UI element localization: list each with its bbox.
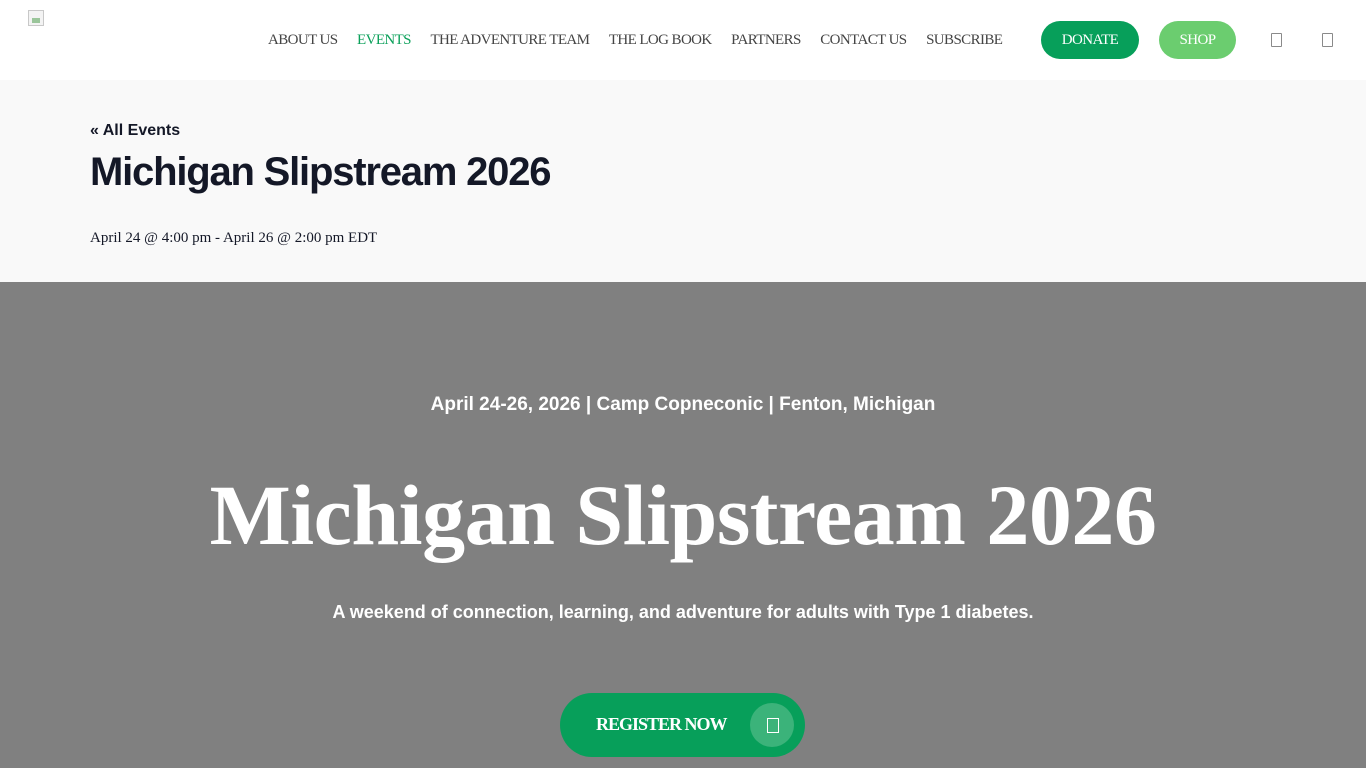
event-title-band: « All Events Michigan Slipstream 2026 Ap… — [0, 80, 1366, 282]
register-now-button[interactable]: REGISTER NOW — [560, 693, 805, 757]
all-events-link[interactable]: « All Events — [90, 122, 180, 140]
search-icon[interactable] — [1271, 33, 1282, 47]
hero-subtitle: April 24-26, 2026 | Camp Copneconic | Fe… — [430, 394, 936, 415]
hero-title: Michigan Slipstream 2026 — [209, 467, 1157, 563]
hero-description: A weekend of connection, learning, and a… — [332, 602, 1034, 622]
nav-item-subscribe[interactable]: SUBSCRIBE — [926, 32, 1003, 49]
main-nav: ABOUT US EVENTS THE ADVENTURE TEAM THE L… — [268, 0, 1022, 80]
nav-item-about-us[interactable]: ABOUT US — [268, 32, 338, 49]
nav-item-adventure-team[interactable]: THE ADVENTURE TEAM — [430, 32, 590, 49]
donate-button[interactable]: DONATE — [1041, 21, 1139, 59]
arrow-icon — [750, 703, 794, 747]
nav-item-contact-us[interactable]: CONTACT US — [820, 32, 907, 49]
site-logo[interactable] — [28, 10, 44, 26]
register-now-label: REGISTER NOW — [596, 714, 728, 734]
hero-banner: April 24-26, 2026 | Camp Copneconic | Fe… — [0, 282, 1366, 768]
site-header: ABOUT US EVENTS THE ADVENTURE TEAM THE L… — [0, 0, 1366, 80]
cart-icon[interactable] — [1322, 33, 1333, 47]
event-dates: April 24 @ 4:00 pm - April 26 @ 2:00 pm … — [90, 230, 378, 246]
shop-button[interactable]: SHOP — [1159, 21, 1236, 59]
nav-item-partners[interactable]: PARTNERS — [731, 32, 801, 49]
nav-item-log-book[interactable]: THE LOG BOOK — [609, 32, 712, 49]
event-title: Michigan Slipstream 2026 — [90, 150, 551, 194]
nav-item-events[interactable]: EVENTS — [357, 32, 412, 49]
